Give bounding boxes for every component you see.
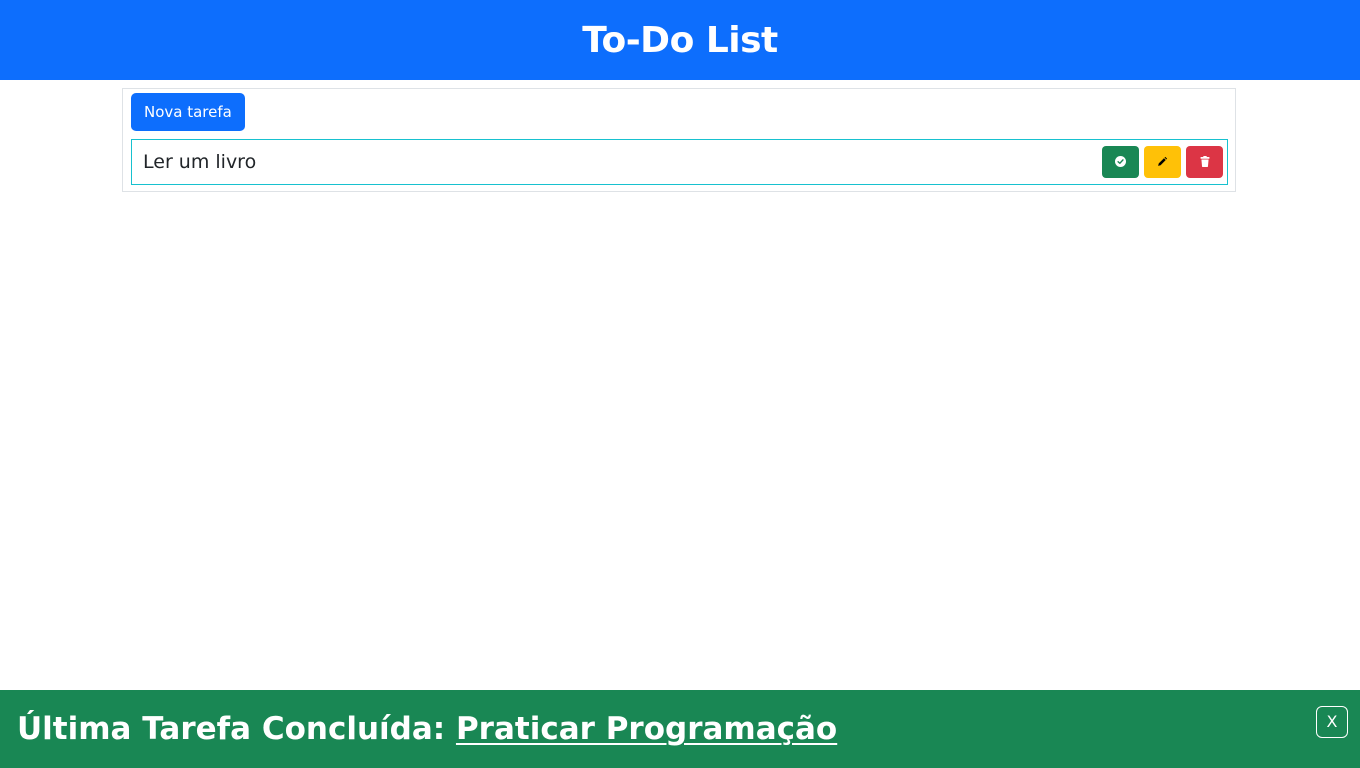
last-completed-banner: Última Tarefa Concluída: Praticar Progra… (0, 690, 1360, 768)
app-header: To-Do List (0, 0, 1360, 80)
complete-task-button[interactable] (1102, 146, 1139, 178)
last-completed-prefix: Última Tarefa Concluída: (17, 711, 456, 747)
pencil-icon (1157, 155, 1168, 170)
trash-icon (1200, 155, 1210, 170)
last-completed-task-link[interactable]: Praticar Programação (456, 711, 837, 747)
last-completed-text: Última Tarefa Concluída: Praticar Progra… (17, 711, 837, 747)
check-circle-icon (1115, 155, 1126, 170)
task-label: Ler um livro (143, 151, 257, 173)
task-actions (1102, 146, 1223, 178)
new-task-button[interactable]: Nova tarefa (131, 93, 245, 131)
page-title: To-Do List (582, 19, 778, 61)
close-banner-button[interactable]: X (1316, 706, 1348, 738)
task-item: Ler um livro (131, 139, 1228, 185)
task-panel: Nova tarefa Ler um livro (122, 88, 1236, 192)
edit-task-button[interactable] (1144, 146, 1181, 178)
delete-task-button[interactable] (1186, 146, 1223, 178)
